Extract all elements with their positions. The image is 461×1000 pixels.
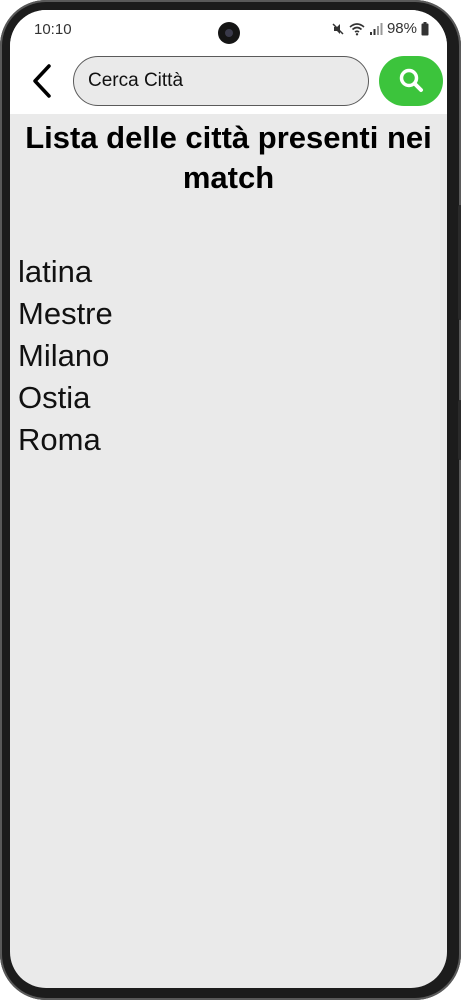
wifi-icon — [349, 22, 365, 36]
mute-icon — [331, 22, 345, 36]
page-title: Lista delle città presenti nei match — [25, 120, 432, 195]
search-button[interactable] — [379, 56, 443, 106]
chevron-left-icon — [30, 63, 54, 104]
status-bar: 10:10 98% — [10, 10, 447, 52]
back-button[interactable] — [24, 63, 60, 104]
list-item-city: Roma — [18, 422, 101, 457]
search-icon — [398, 67, 424, 96]
status-time: 10:10 — [34, 21, 72, 38]
battery-level: 98% — [386, 20, 417, 37]
list-item-city: latina — [18, 254, 93, 289]
list-item-city: Milano — [18, 338, 110, 373]
search-input[interactable] — [73, 56, 369, 106]
screen: 10:10 98% Cerca Città Lista delle città … — [10, 10, 447, 988]
list-item-city: Mestre — [18, 296, 113, 331]
city-list: latina Mestre Milano Ostia Roma — [18, 251, 113, 461]
battery-icon — [421, 21, 429, 36]
status-icons: 98% — [331, 20, 429, 37]
phone-frame: 10:10 98% Cerca Città Lista delle città … — [0, 0, 461, 1000]
signal-icon — [369, 22, 383, 36]
app-bar — [10, 52, 447, 114]
list-item-city: Ostia — [18, 380, 91, 415]
front-camera — [218, 22, 240, 44]
